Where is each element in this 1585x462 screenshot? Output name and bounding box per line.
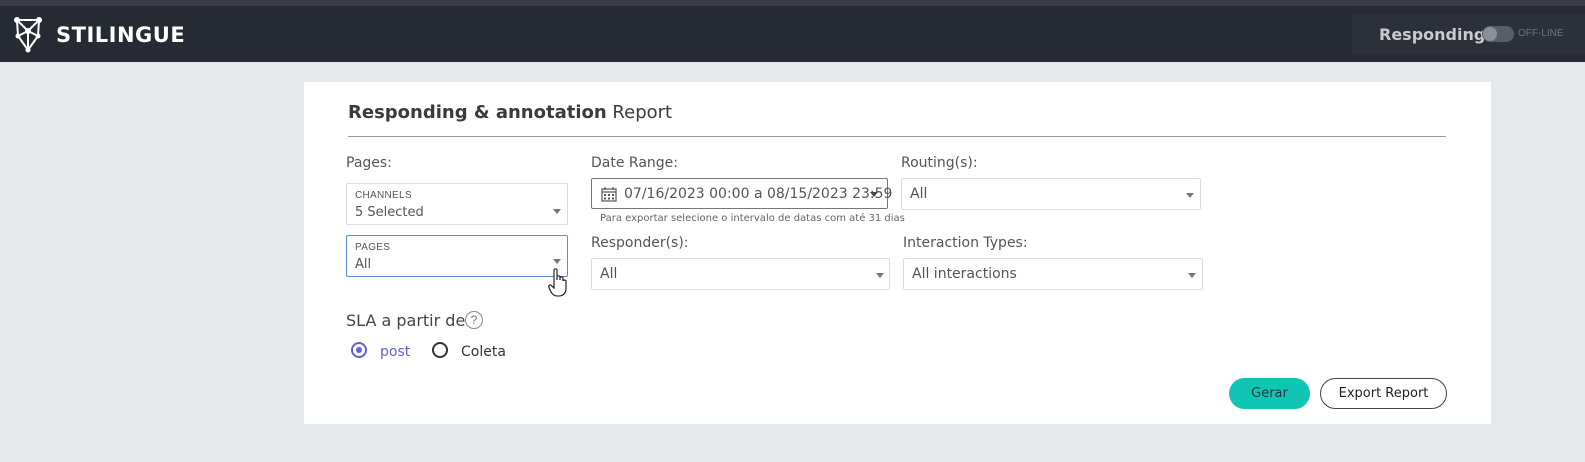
hand-cursor-icon xyxy=(548,268,567,297)
date-range-label: Date Range: xyxy=(591,155,679,171)
calendar-icon xyxy=(601,187,617,202)
responding-status: Responding OFF-LINE xyxy=(1352,14,1585,54)
date-range-value: 07/16/2023 00:00 a 08/15/2023 23:59 xyxy=(624,186,893,202)
date-range-hint: Para exportar selecione o intervalo de d… xyxy=(600,213,905,224)
export-report-button[interactable]: Export Report xyxy=(1320,378,1447,409)
interaction-types-label: Interaction Types: xyxy=(903,235,1028,251)
brand-name: STILINGUE xyxy=(56,23,186,47)
interaction-types-value: All interactions xyxy=(912,266,1017,282)
top-bar: STILINGUE Responding OFF-LINE xyxy=(0,6,1585,62)
chevron-down-icon xyxy=(1188,273,1196,278)
stilingue-logo-icon xyxy=(14,17,42,53)
channels-select[interactable]: CHANNELS 5 Selected xyxy=(346,183,568,225)
radio-post-label[interactable]: post xyxy=(380,344,410,360)
chevron-down-icon xyxy=(1186,193,1194,198)
routing-label: Routing(s): xyxy=(901,155,978,171)
channels-value: 5 Selected xyxy=(355,205,424,220)
radio-post[interactable] xyxy=(351,342,367,358)
chevron-down-icon xyxy=(876,273,884,278)
title-divider xyxy=(348,136,1446,137)
responding-label: Responding xyxy=(1379,25,1486,44)
chevron-down-icon xyxy=(870,192,878,197)
responder-value: All xyxy=(600,266,618,282)
sla-label: SLA a partir de xyxy=(346,311,466,330)
routing-value: All xyxy=(910,186,928,202)
page-title: Responding & annotation Report xyxy=(348,102,672,123)
pages-caption: PAGES xyxy=(355,242,391,253)
radio-coleta[interactable] xyxy=(432,342,448,358)
title-bold: Responding & annotation xyxy=(348,102,607,123)
pages-value: All xyxy=(355,257,372,272)
online-toggle[interactable] xyxy=(1482,26,1514,42)
date-range-picker[interactable]: 07/16/2023 00:00 a 08/15/2023 23:59 xyxy=(591,178,892,209)
interaction-types-select[interactable]: All interactions xyxy=(903,258,1203,290)
generate-button[interactable]: Gerar xyxy=(1229,378,1310,409)
chevron-down-icon xyxy=(553,259,561,264)
toggle-knob xyxy=(1483,27,1497,41)
responder-label: Responder(s): xyxy=(591,235,689,251)
pages-select[interactable]: PAGES All xyxy=(346,235,568,277)
toggle-status-text: OFF-LINE xyxy=(1518,28,1564,39)
pages-label: Pages: xyxy=(346,155,392,171)
channels-caption: CHANNELS xyxy=(355,190,412,201)
title-light: Report xyxy=(612,102,673,123)
routing-select[interactable]: All xyxy=(901,178,1201,210)
chevron-down-icon xyxy=(553,209,561,214)
report-panel: Responding & annotation Report Pages: CH… xyxy=(304,82,1491,424)
radio-coleta-label[interactable]: Coleta xyxy=(461,344,506,360)
responder-select[interactable]: All xyxy=(591,258,890,290)
help-icon[interactable]: ? xyxy=(465,311,483,329)
